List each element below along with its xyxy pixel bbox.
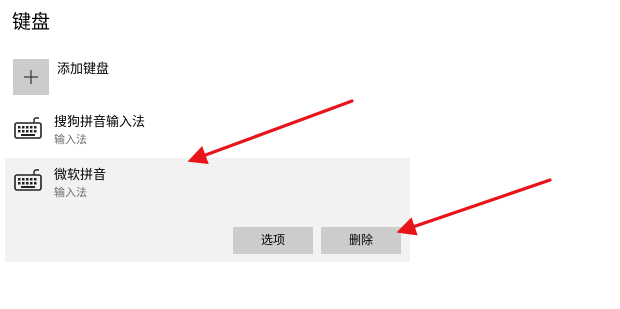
keyboard-icon bbox=[14, 117, 42, 139]
add-keyboard-tile[interactable] bbox=[13, 59, 49, 95]
keyboard-type: 输入法 bbox=[54, 133, 87, 146]
keyboard-type: 输入法 bbox=[54, 186, 87, 199]
plus-icon bbox=[24, 70, 38, 84]
delete-button[interactable]: 删除 bbox=[321, 227, 401, 254]
options-button[interactable]: 选项 bbox=[233, 227, 313, 254]
arrow-to-delete-button bbox=[396, 178, 552, 236]
keyboard-item-microsoft-pinyin[interactable]: 微软拼音 输入法 选项 删除 bbox=[5, 158, 410, 262]
keyboard-name: 搜狗拼音输入法 bbox=[54, 115, 146, 130]
keyboard-settings-page: 键盘 添加键盘 搜狗拼音输入法 输入法 微软拼音 输入法 选项 删除 bbox=[0, 0, 620, 309]
add-keyboard-label: 添加键盘 bbox=[57, 62, 110, 77]
keyboard-icon bbox=[14, 169, 42, 191]
section-title: 键盘 bbox=[12, 11, 51, 33]
add-keyboard-button[interactable]: 添加键盘 bbox=[13, 59, 313, 97]
keyboard-item-sogou[interactable]: 搜狗拼音输入法 输入法 bbox=[5, 108, 410, 156]
keyboard-name: 微软拼音 bbox=[54, 168, 107, 183]
